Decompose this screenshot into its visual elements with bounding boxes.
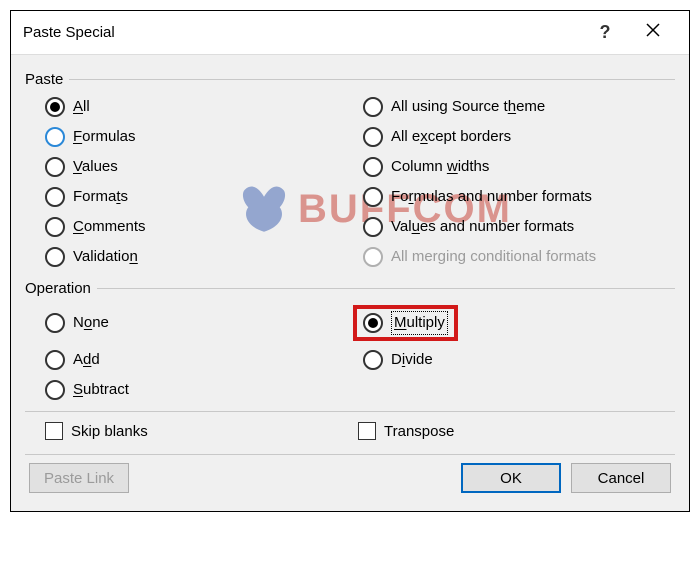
radio-icon (363, 97, 383, 117)
paste-special-dialog: BUFFCOM Paste Special ? Paste All (10, 10, 690, 512)
radio-except-borders[interactable]: All except borders (363, 126, 671, 148)
check-transpose[interactable]: Transpose (358, 422, 671, 440)
dialog-title: Paste Special (23, 24, 581, 41)
radio-icon (45, 127, 65, 147)
radio-icon (45, 187, 65, 207)
close-button[interactable] (629, 19, 677, 46)
checkbox-icon (358, 422, 376, 440)
radio-column-widths[interactable]: Column widths (363, 156, 671, 178)
radio-icon (363, 217, 383, 237)
radio-icon (363, 157, 383, 177)
paste-link-button: Paste Link (29, 463, 129, 493)
radio-icon (45, 97, 65, 117)
paste-options: All All using Source theme Formulas All … (25, 90, 675, 274)
radio-comments[interactable]: Comments (45, 216, 353, 238)
radio-icon (45, 350, 65, 370)
help-button[interactable]: ? (581, 19, 629, 46)
radio-icon (45, 380, 65, 400)
radio-icon (363, 313, 383, 333)
radio-all-theme[interactable]: All using Source theme (363, 96, 671, 118)
radio-multiply[interactable]: Multiply (363, 311, 448, 335)
radio-icon (363, 187, 383, 207)
ok-button[interactable]: OK (461, 463, 561, 493)
radio-conditional-formats: All merging conditional formats (363, 246, 671, 268)
radio-none[interactable]: None (45, 305, 353, 341)
check-skip-blanks[interactable]: Skip blanks (45, 422, 358, 440)
radio-icon (45, 157, 65, 177)
radio-icon (45, 313, 65, 333)
radio-icon (363, 127, 383, 147)
radio-icon (45, 217, 65, 237)
titlebar: Paste Special ? (11, 11, 689, 55)
radio-all[interactable]: All (45, 96, 353, 118)
radio-icon (363, 247, 383, 267)
radio-values-numbers[interactable]: Values and number formats (363, 216, 671, 238)
radio-subtract[interactable]: Subtract (45, 379, 353, 401)
radio-divide[interactable]: Divide (363, 349, 671, 371)
radio-validation[interactable]: Validation (45, 246, 353, 268)
close-icon (645, 22, 661, 43)
radio-formulas[interactable]: Formulas (45, 126, 353, 148)
operation-group-label: Operation (25, 280, 675, 297)
operation-options: None Multiply Add (25, 299, 675, 407)
radio-icon (363, 350, 383, 370)
help-icon: ? (600, 22, 611, 43)
radio-formats[interactable]: Formats (45, 186, 353, 208)
check-row: Skip blanks Transpose (25, 411, 675, 448)
checkbox-icon (45, 422, 63, 440)
cancel-button[interactable]: Cancel (571, 463, 671, 493)
button-row: Paste Link OK Cancel (25, 454, 675, 497)
radio-formulas-numbers[interactable]: Formulas and number formats (363, 186, 671, 208)
radio-icon (45, 247, 65, 267)
radio-values[interactable]: Values (45, 156, 353, 178)
paste-group-label: Paste (25, 71, 675, 88)
radio-add[interactable]: Add (45, 349, 353, 371)
highlight-multiply: Multiply (353, 305, 458, 341)
